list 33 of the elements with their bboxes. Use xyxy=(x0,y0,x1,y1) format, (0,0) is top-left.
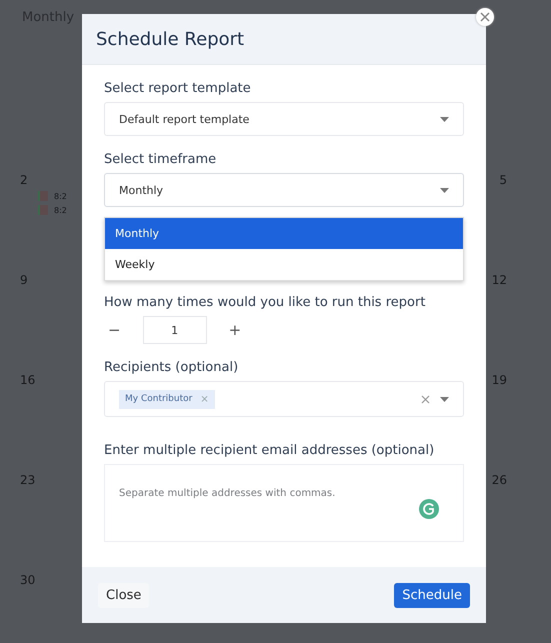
increment-button[interactable]: + xyxy=(224,321,246,339)
field-label: Select timeframe xyxy=(104,152,218,167)
count-field[interactable]: 1 xyxy=(142,316,207,344)
recipients-select[interactable]: My Contributor × xyxy=(104,381,464,417)
caret-icon xyxy=(440,188,449,192)
template-select[interactable]: Default report template xyxy=(104,102,464,136)
day-number: 16 xyxy=(20,373,36,387)
day-number: 9 xyxy=(20,273,28,287)
field-label: How many times would you like to run this report xyxy=(104,295,426,310)
decrement-button[interactable]: − xyxy=(104,321,125,339)
caret-icon xyxy=(440,116,449,122)
schedule-button[interactable]: Schedule xyxy=(394,582,470,608)
email-field[interactable]: Separate multiple addresses with commas. xyxy=(104,464,464,542)
day-number: 30 xyxy=(20,573,36,587)
dropdown-option[interactable]: Weekly xyxy=(105,249,463,280)
day-number: 26 xyxy=(492,473,507,489)
day-number: 12 xyxy=(492,273,507,289)
field-label: Enter multiple recipient email addresses (optional) xyxy=(104,443,436,458)
grammar-assistant-icon[interactable] xyxy=(419,499,439,519)
dropdown-option[interactable]: Monthly xyxy=(105,218,463,249)
recipient-tag[interactable]: My Contributor × xyxy=(119,390,215,408)
field-label: Recipients (optional) xyxy=(104,360,240,375)
close-icon[interactable] xyxy=(476,8,494,26)
day-number: 19 xyxy=(492,373,507,389)
field-label: Select report template xyxy=(104,81,252,96)
timeframe-select[interactable]: Monthly xyxy=(104,173,464,207)
day-number: 2 xyxy=(20,173,29,187)
dialog-title: Schedule Report xyxy=(96,28,244,50)
caret-icon xyxy=(440,396,449,402)
clear-icon[interactable] xyxy=(421,394,430,404)
day-number: 5 xyxy=(499,173,507,189)
close-button[interactable]: Close xyxy=(98,582,150,608)
day-number: 23 xyxy=(20,473,36,487)
